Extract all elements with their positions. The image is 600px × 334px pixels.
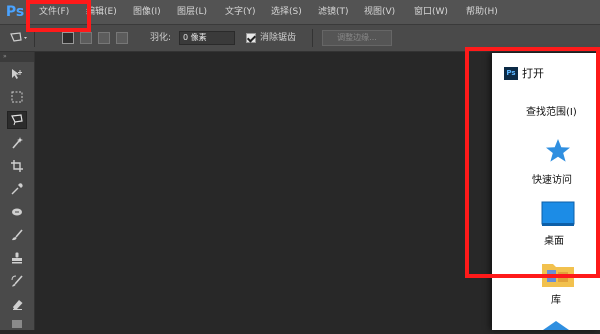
eraser-tool[interactable]: [7, 295, 27, 313]
menu-view[interactable]: 视图(V): [364, 0, 395, 24]
menu-image[interactable]: 图像(I): [133, 0, 161, 24]
file-menu-highlight: [26, 0, 91, 32]
clone-stamp-tool[interactable]: [7, 249, 27, 267]
magic-wand-icon: [12, 137, 23, 149]
menu-help[interactable]: 帮助(H): [466, 0, 498, 24]
antialias-label: 消除锯齿: [260, 33, 297, 43]
crop-icon: [11, 160, 23, 172]
network-icon: [543, 321, 569, 330]
lasso-tool[interactable]: [7, 111, 27, 129]
history-brush-icon: [11, 275, 23, 287]
gradient-tool[interactable]: [7, 316, 27, 334]
feather-input[interactable]: 0 像素: [179, 31, 235, 45]
lasso-icon: [11, 114, 23, 126]
antialias-checkbox[interactable]: [246, 33, 256, 43]
canvas-workspace[interactable]: [35, 52, 492, 330]
eraser-icon: [13, 300, 23, 310]
eyedropper-tool[interactable]: [7, 180, 27, 198]
eyedropper-icon: [11, 183, 23, 195]
brush-tool[interactable]: [7, 226, 27, 244]
intersect-selection-button[interactable]: [116, 32, 128, 44]
menu-filter[interactable]: 滤镜(T): [318, 0, 349, 24]
crop-tool[interactable]: [7, 157, 27, 175]
marquee-icon: [11, 91, 23, 103]
place-label-library: 库: [551, 295, 561, 306]
menu-window[interactable]: 窗口(W): [414, 0, 448, 24]
feather-label: 羽化:: [150, 33, 172, 43]
marquee-tool[interactable]: [7, 88, 27, 106]
options-divider: [312, 29, 313, 47]
menu-select[interactable]: 选择(S): [271, 0, 302, 24]
open-dialog-highlight: [465, 47, 600, 278]
move-icon: [12, 69, 22, 79]
lasso-preset-icon: [10, 32, 27, 42]
tools-panel: »: [0, 52, 35, 330]
brush-icon: [12, 229, 23, 241]
refine-edge-button[interactable]: 调整边缘...: [322, 30, 392, 46]
subtract-from-selection-button[interactable]: [98, 32, 110, 44]
add-to-selection-button[interactable]: [80, 32, 92, 44]
spot-healing-tool[interactable]: [7, 203, 27, 221]
tool-preset-picker[interactable]: [8, 31, 30, 45]
new-selection-button[interactable]: [62, 32, 74, 44]
history-brush-tool[interactable]: [7, 272, 27, 290]
move-tool[interactable]: [7, 65, 27, 83]
stamp-icon: [12, 252, 22, 264]
toolbar-collapse-handle[interactable]: »: [0, 52, 34, 62]
menu-layer[interactable]: 图层(L): [177, 0, 207, 24]
magic-wand-tool[interactable]: [7, 134, 27, 152]
healing-brush-icon: [12, 208, 22, 216]
menu-type[interactable]: 文字(Y): [225, 0, 256, 24]
